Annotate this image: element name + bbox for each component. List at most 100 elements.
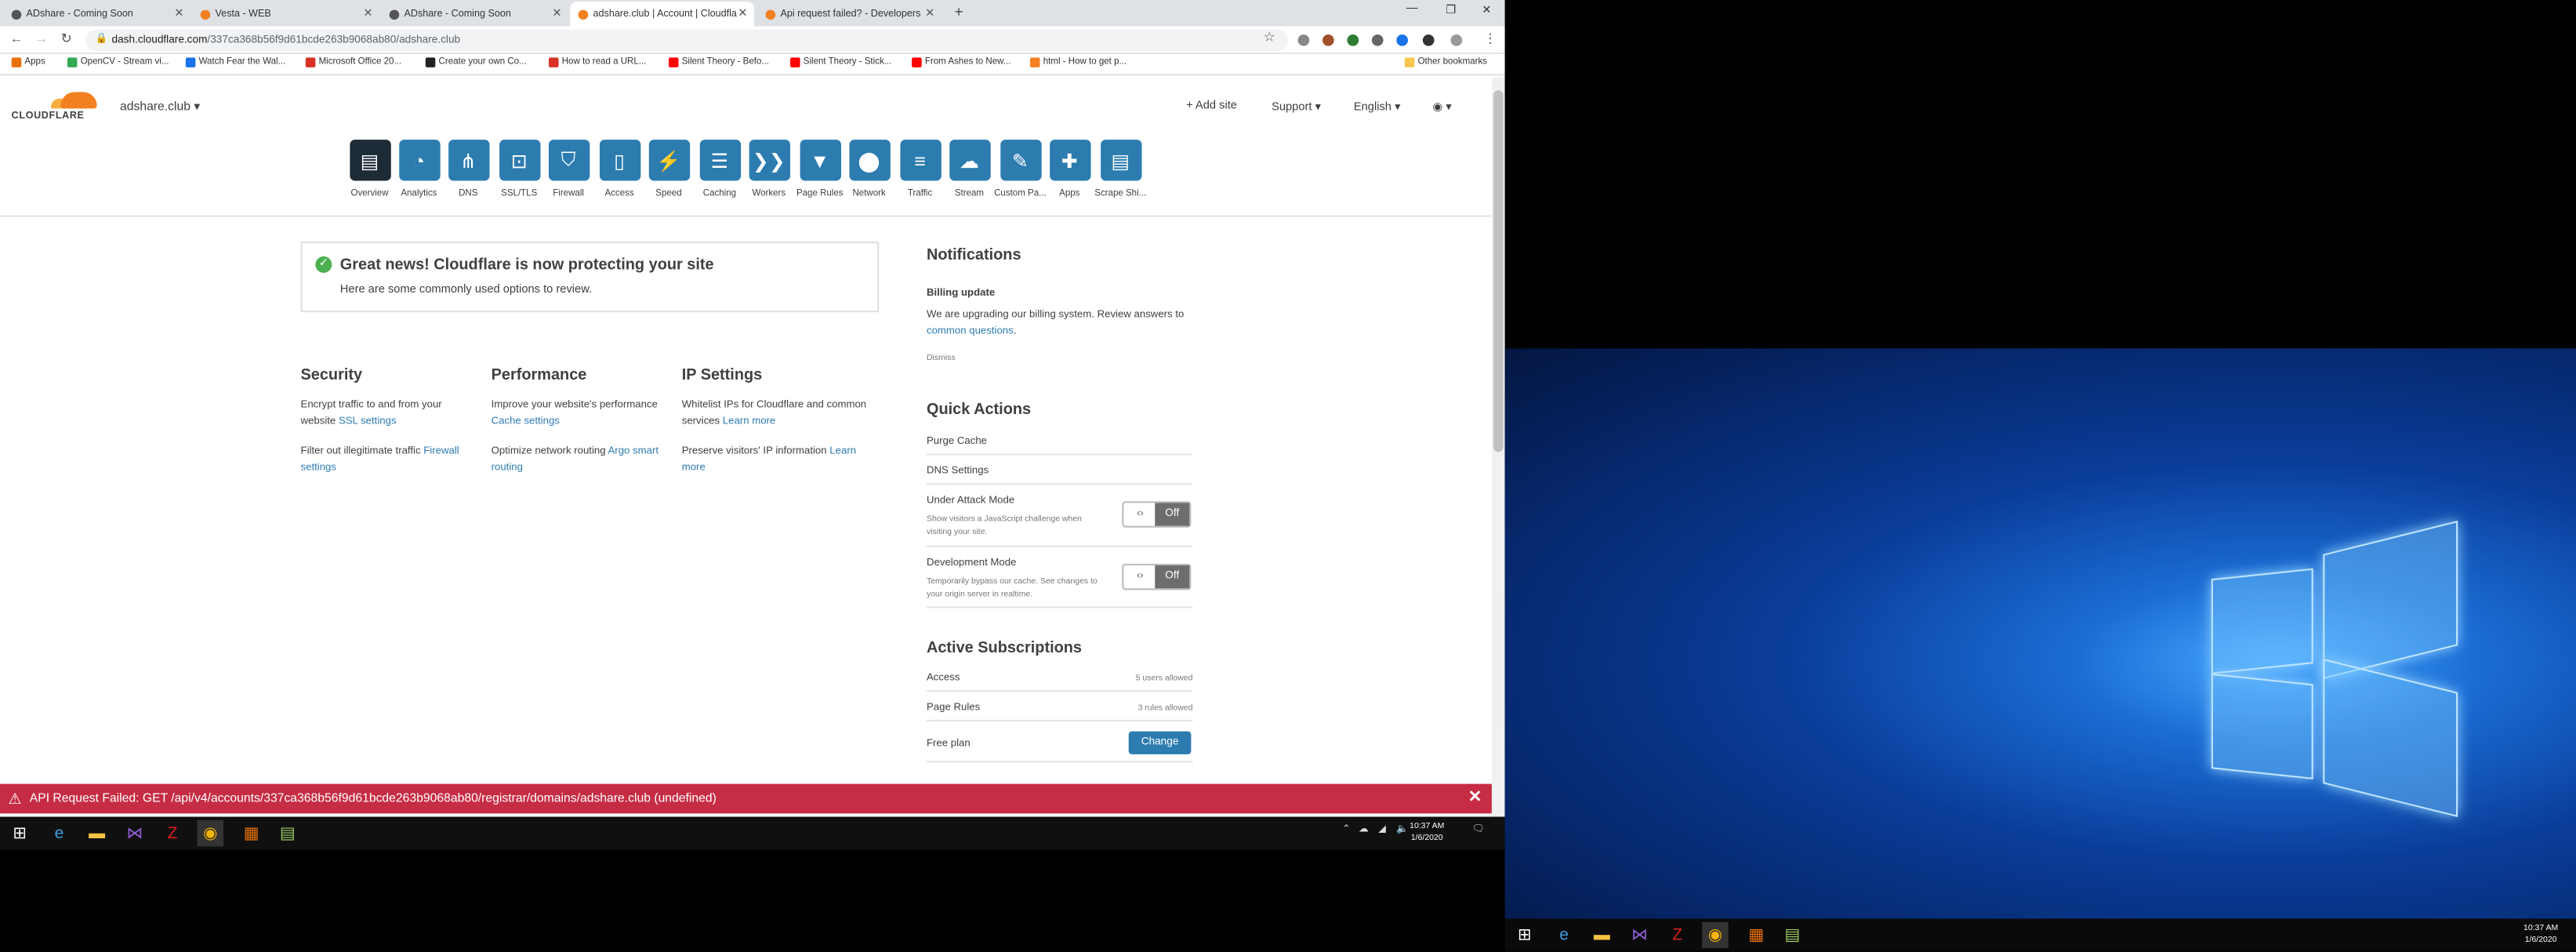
nav-firewall[interactable]: ⛉ Firewall [542,140,595,199]
nav-speed[interactable]: ⚡ Speed [642,140,695,199]
dismiss-link[interactable]: Dismiss [927,351,956,365]
close-tab-icon[interactable]: ✕ [925,6,934,20]
reload-icon[interactable]: ↻ [61,31,72,46]
filezilla-icon[interactable]: Z [159,820,186,847]
windows-start-icon[interactable]: ⊞ [6,820,33,847]
learn-more-link[interactable]: Learn more [723,416,775,427]
close-error-icon[interactable]: ✕ [1468,784,1482,814]
cloudflare-logo[interactable]: CLOUDFLARE [12,92,97,125]
volume-icon[interactable]: 🔈 [1396,823,1409,835]
support-menu[interactable]: Support ▾ [1272,100,1321,114]
file-explorer-icon[interactable]: ▬ [84,820,111,847]
new-tab-icon[interactable]: + [955,3,963,20]
change-plan-button[interactable]: Change [1128,731,1192,754]
edge-icon[interactable]: e [46,820,73,847]
visual-studio-icon[interactable]: ⋈ [1627,922,1653,949]
nav-overview[interactable]: ▤ Overview [343,140,396,199]
filezilla-icon[interactable]: Z [1664,922,1691,949]
browser-tab[interactable]: Vesta - WEB ✕ [192,2,379,26]
extension-icon[interactable] [1422,35,1435,46]
notepad-icon[interactable]: ▤ [274,820,301,847]
file-explorer-icon[interactable]: ▬ [1589,922,1616,949]
browser-tab[interactable]: ADshare - Coming Soon ✕ [3,2,190,26]
close-tab-icon[interactable]: ✕ [174,6,183,20]
chrome-icon[interactable]: ◉ [1702,921,1729,949]
notifications-icon[interactable]: 🗨 [1472,823,1485,835]
close-window-icon[interactable]: ✕ [1482,3,1491,16]
nav-network[interactable]: ⬤ Network [843,140,895,199]
maximize-icon[interactable]: ❐ [1446,3,1456,16]
nav-scrape-shield[interactable]: ▤ Scrape Shi... [1094,140,1147,199]
bookmark-item[interactable]: From Ashes to New... [912,57,1010,67]
language-menu[interactable]: English ▾ [1354,100,1401,114]
nav-caching[interactable]: ☰ Caching [693,140,746,199]
nav-apps[interactable]: ✚ Apps [1043,140,1096,199]
tray-chevron-icon[interactable]: ⌃ [1342,823,1351,835]
nav-traffic[interactable]: ≡ Traffic [894,140,946,199]
back-icon[interactable]: ← [10,31,24,46]
url-input[interactable]: 🔒 dash.cloudflare.com/337ca368b56f9d61bcd… [85,29,1289,51]
nav-dns[interactable]: ⋔ DNS [442,140,495,199]
subscription-name[interactable]: Page Rules [927,700,980,717]
bookmark-item[interactable]: html - How to get p... [1030,57,1127,67]
add-site-link[interactable]: + Add site [1186,100,1237,112]
bookmark-item[interactable]: Create your own Co... [425,57,527,67]
bookmark-apps[interactable]: Apps [11,57,45,67]
development-mode-toggle[interactable]: ‹› Off [1122,563,1192,590]
close-tab-icon[interactable]: ✕ [738,6,747,20]
nav-stream[interactable]: ☁ Stream [943,140,996,199]
site-selector[interactable]: adshare.club ▾ [120,99,200,114]
cache-settings-link[interactable]: Cache settings [492,416,560,427]
bookmark-item[interactable]: Silent Theory - Befo... [668,57,769,67]
forward-icon[interactable]: → [34,31,48,46]
notepad-icon[interactable]: ▤ [1780,922,1806,949]
bookmark-item[interactable]: Silent Theory - Stick... [790,57,891,67]
common-questions-link[interactable]: common questions [927,325,1014,337]
scrollbar-thumb[interactable] [1493,90,1504,452]
under-attack-toggle[interactable]: ‹› Off [1122,501,1192,528]
other-bookmarks[interactable]: Other bookmarks [1404,57,1487,67]
extension-icon[interactable] [1396,35,1409,46]
menu-kebab-icon[interactable]: ⋮ [1483,31,1497,46]
browser-tab[interactable]: ADshare - Coming Soon ✕ [381,2,568,26]
close-tab-icon[interactable]: ✕ [552,6,561,20]
app-icon[interactable]: ▦ [238,820,265,847]
page-scrollbar[interactable] [1491,77,1505,817]
chrome-icon[interactable]: ◉ [197,819,224,847]
browser-tab[interactable]: Api request failed? - Developers ✕ [757,2,942,26]
nav-workers[interactable]: ❯❯ Workers [742,140,795,199]
extension-icon[interactable] [1322,35,1334,46]
nav-access[interactable]: ▯ Access [593,140,646,199]
extension-icon[interactable] [1297,35,1310,46]
nav-ssl-tls[interactable]: ⊡ SSL/TLS [493,140,546,199]
bookmark-item[interactable]: How to read a URL... [548,57,646,67]
bookmark-item[interactable]: OpenCV - Stream vi... [67,57,169,67]
extension-icon[interactable] [1450,35,1463,46]
account-menu[interactable]: ◉ ▾ [1432,100,1451,114]
tray-cloud-icon[interactable]: ☁ [1359,823,1369,835]
dns-settings-link[interactable]: DNS Settings [927,463,989,480]
bookmark-item[interactable]: Watch Fear the Wal... [185,57,285,67]
nav-custom-pages[interactable]: ✎ Custom Pa... [994,140,1047,199]
browser-tab-active[interactable]: adshare.club | Account | Cloudfla ✕ [570,2,754,27]
app-icon[interactable]: ▦ [1743,922,1770,949]
minimize-icon[interactable]: — [1406,3,1418,15]
close-tab-icon[interactable]: ✕ [363,6,372,20]
extension-icon[interactable] [1347,35,1359,46]
bookmark-star-icon[interactable]: ☆ [1264,30,1275,45]
windows-start-icon[interactable]: ⊞ [1511,922,1538,949]
nav-analytics[interactable]: ◔ Analytics [393,140,445,199]
nav-page-rules[interactable]: ▼ Page Rules [793,140,846,199]
network-icon[interactable]: ◢ [1378,823,1386,835]
purge-cache-link[interactable]: Purge Cache [927,434,987,450]
edge-icon[interactable]: e [1551,922,1577,949]
extension-icon[interactable] [1371,35,1384,46]
lock-icon: 🔒 [95,35,108,45]
bookmark-item[interactable]: Microsoft Office 20... [305,57,401,67]
ssl-settings-link[interactable]: SSL settings [339,416,397,427]
subscription-name[interactable]: Access [927,670,960,687]
taskbar-clock[interactable]: 10:37 AM 1/6/2020 [2523,924,2558,947]
visual-studio-icon[interactable]: ⋈ [122,820,148,847]
taskbar-clock[interactable]: 10:37 AM 1/6/2020 [1410,822,1444,845]
left-monitor: ADshare - Coming Soon ✕ Vesta - WEB ✕ ADsh… [0,0,1505,952]
